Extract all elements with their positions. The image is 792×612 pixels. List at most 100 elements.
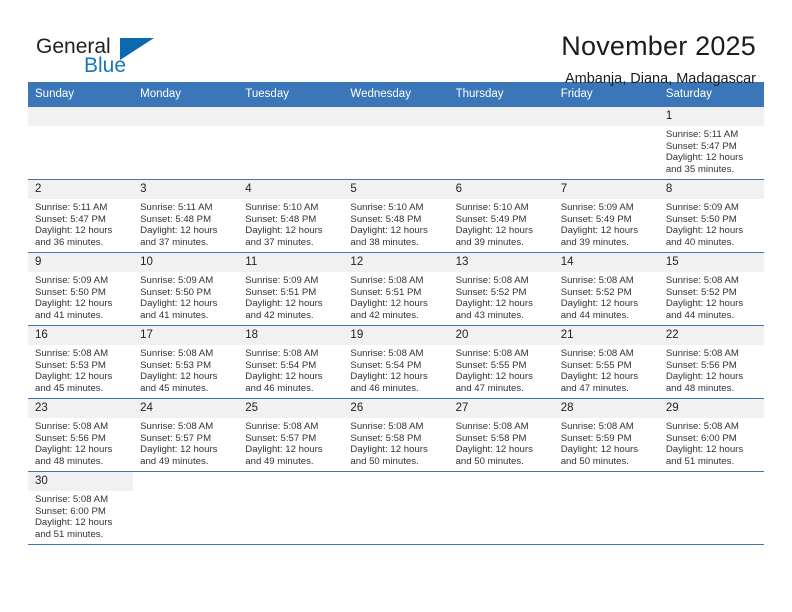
sunset-text: Sunset: 6:00 PM [665,432,737,444]
calendar-cell-day[interactable]: 9 Sunrise: 5:09 AM Sunset: 5:50 PM Daylight… [28,252,134,326]
sunset-text: Sunset: 5:48 PM [140,213,212,225]
calendar-cell-day[interactable]: 3 Sunrise: 5:11 AM Sunset: 5:48 PM Daylight… [133,179,239,253]
day-details: Sunrise: 5:11 AM Sunset: 5:47 PM Daylight:… [659,126,764,175]
calendar-cell-empty [133,471,239,545]
calendar-cell-day[interactable]: 16 Sunrise: 5:08 AM Sunset: 5:53 PM Dayligh… [28,325,134,399]
day-details: Sunrise: 5:08 AM Sunset: 5:55 PM Daylight:… [449,345,554,394]
day-cell-inner [133,472,238,544]
calendar-cell-day[interactable]: 30 Sunrise: 5:08 AM Sunset: 6:00 PM Dayligh… [28,471,134,545]
calendar-cell-day[interactable]: 12 Sunrise: 5:08 AM Sunset: 5:51 PM Dayligh… [343,252,449,326]
calendar-cell-day[interactable]: 20 Sunrise: 5:08 AM Sunset: 5:55 PM Dayligh… [448,325,554,399]
daylight-text: Daylight: 12 hours and 47 minutes. [560,371,639,394]
calendar-cell-empty [28,106,134,180]
day-details: Sunrise: 5:11 AM Sunset: 5:47 PM Daylight:… [28,199,133,248]
calendar-cell-day[interactable]: 11 Sunrise: 5:09 AM Sunset: 5:51 PM Dayligh… [238,252,344,326]
sunrise-text: Sunrise: 5:10 AM [245,202,319,213]
calendar-cell-day[interactable]: 10 Sunrise: 5:09 AM Sunset: 5:50 PM Dayligh… [133,252,239,326]
calendar-cell-day[interactable]: 22 Sunrise: 5:08 AM Sunset: 5:56 PM Dayligh… [658,325,764,399]
calendar-cell-day[interactable]: 29 Sunrise: 5:08 AM Sunset: 6:00 PM Dayligh… [658,398,764,472]
day-number: 24 [133,399,239,418]
calendar-cell-day[interactable]: 25 Sunrise: 5:08 AM Sunset: 5:57 PM Dayligh… [238,398,344,472]
day-details: Sunrise: 5:08 AM Sunset: 5:53 PM Daylight:… [28,345,133,394]
day-cell-inner [554,472,659,544]
sunset-text: Sunset: 5:47 PM [35,213,106,225]
calendar-cell-empty [448,106,554,180]
calendar-cell-day[interactable]: 5 Sunrise: 5:10 AM Sunset: 5:48 PM Daylight… [343,179,449,253]
daylight-text: Daylight: 12 hours and 50 minutes. [350,444,428,467]
calendar-cell-day[interactable]: 28 Sunrise: 5:08 AM Sunset: 5:59 PM Dayligh… [553,398,659,472]
day-cell-inner [133,107,239,179]
sunrise-text: Sunrise: 5:08 AM [245,421,319,432]
sunset-text: Sunset: 5:49 PM [560,213,632,225]
day-number: 7 [553,180,659,199]
calendar-cell-day[interactable]: 6 Sunrise: 5:10 AM Sunset: 5:49 PM Daylight… [448,179,554,253]
daylight-text: Daylight: 12 hours and 46 minutes. [245,371,323,394]
sunrise-text: Sunrise: 5:08 AM [455,348,529,359]
day-cell-inner: 27 Sunrise: 5:08 AM Sunset: 5:58 PM Dayligh… [448,399,554,471]
calendar-cell-day[interactable]: 15 Sunrise: 5:08 AM Sunset: 5:52 PM Dayligh… [658,252,764,326]
calendar-cell-day[interactable]: 13 Sunrise: 5:08 AM Sunset: 5:52 PM Dayligh… [448,252,554,326]
sunset-text: Sunset: 5:50 PM [140,286,212,298]
day-details: Sunrise: 5:09 AM Sunset: 5:50 PM Daylight:… [133,272,238,321]
sunrise-text: Sunrise: 5:09 AM [665,202,739,213]
sunrise-text: Sunrise: 5:08 AM [35,494,109,505]
sunset-text: Sunset: 5:54 PM [245,359,317,371]
day-number: 30 [28,472,134,491]
day-cell-inner [553,107,659,179]
calendar-cell-day[interactable]: 23 Sunrise: 5:08 AM Sunset: 5:56 PM Dayligh… [28,398,134,472]
calendar-cell-day[interactable]: 7 Sunrise: 5:09 AM Sunset: 5:49 PM Daylight… [553,179,659,253]
day-cell-inner: 24 Sunrise: 5:08 AM Sunset: 5:57 PM Dayligh… [133,399,239,471]
calendar-cell-day[interactable]: 18 Sunrise: 5:08 AM Sunset: 5:54 PM Dayligh… [238,325,344,399]
calendar-cell-empty [658,471,764,545]
day-number: 11 [238,253,344,272]
day-details: Sunrise: 5:08 AM Sunset: 5:57 PM Daylight:… [238,418,343,467]
calendar-cell-day[interactable]: 26 Sunrise: 5:08 AM Sunset: 5:58 PM Dayligh… [343,398,449,472]
daylight-text: Daylight: 12 hours and 51 minutes. [35,517,113,540]
day-cell-inner: 21 Sunrise: 5:08 AM Sunset: 5:55 PM Dayligh… [553,326,659,398]
day-details: Sunrise: 5:08 AM Sunset: 5:52 PM Daylight:… [554,272,659,321]
calendar-cell-empty [553,471,659,545]
calendar-cell-day[interactable]: 4 Sunrise: 5:10 AM Sunset: 5:48 PM Daylight… [238,179,344,253]
calendar-cell-day[interactable]: 8 Sunrise: 5:09 AM Sunset: 5:50 PM Daylight… [658,179,764,253]
calendar-cell-day[interactable]: 1 Sunrise: 5:11 AM Sunset: 5:47 PM Daylight… [658,106,764,180]
calendar-cell-day[interactable]: 24 Sunrise: 5:08 AM Sunset: 5:57 PM Dayligh… [133,398,239,472]
sunrise-text: Sunrise: 5:08 AM [140,421,214,432]
day-number-placeholder [448,107,554,126]
day-details: Sunrise: 5:08 AM Sunset: 5:54 PM Daylight:… [238,345,343,394]
calendar-cell-day[interactable]: 19 Sunrise: 5:08 AM Sunset: 5:54 PM Dayligh… [343,325,449,399]
day-cell-inner: 22 Sunrise: 5:08 AM Sunset: 5:56 PM Dayligh… [658,326,764,398]
calendar-cell-day[interactable]: 27 Sunrise: 5:08 AM Sunset: 5:58 PM Dayligh… [448,398,554,472]
title-block: November 2025 Ambanja, Diana, Madagascar [561,30,756,90]
day-details: Sunrise: 5:08 AM Sunset: 5:56 PM Daylight:… [28,418,133,467]
calendar-cell-day[interactable]: 17 Sunrise: 5:08 AM Sunset: 5:53 PM Dayligh… [133,325,239,399]
logo[interactable]: General Blue [36,30,186,78]
day-cell-inner: 4 Sunrise: 5:10 AM Sunset: 5:48 PM Daylight… [238,180,344,252]
calendar-cell-day[interactable]: 21 Sunrise: 5:08 AM Sunset: 5:55 PM Dayligh… [553,325,659,399]
day-number: 15 [658,253,764,272]
calendar-cell-day[interactable]: 2 Sunrise: 5:11 AM Sunset: 5:47 PM Daylight… [28,179,134,253]
day-number: 20 [448,326,554,345]
sunset-text: Sunset: 5:56 PM [665,359,737,371]
sunset-text: Sunset: 5:55 PM [560,359,632,371]
daylight-text: Daylight: 12 hours and 48 minutes. [665,371,744,394]
day-details: Sunrise: 5:08 AM Sunset: 5:56 PM Daylight:… [659,345,764,394]
calendar-cell-empty [343,471,449,545]
day-cell-inner [28,107,134,179]
calendar-week-row: 16 Sunrise: 5:08 AM Sunset: 5:53 PM Dayligh… [28,325,764,399]
day-cell-inner: 29 Sunrise: 5:08 AM Sunset: 6:00 PM Dayligh… [658,399,764,471]
calendar-cell-day[interactable]: 14 Sunrise: 5:08 AM Sunset: 5:52 PM Dayligh… [553,252,659,326]
sunrise-text: Sunrise: 5:08 AM [350,275,424,286]
day-number: 6 [448,180,554,199]
calendar-week-row: 2 Sunrise: 5:11 AM Sunset: 5:47 PM Daylight… [28,179,764,253]
daylight-text: Daylight: 12 hours and 38 minutes. [350,225,428,248]
day-cell-inner: 11 Sunrise: 5:09 AM Sunset: 5:51 PM Dayligh… [238,253,344,325]
daylight-text: Daylight: 12 hours and 44 minutes. [560,298,639,321]
calendar-week-row: 30 Sunrise: 5:08 AM Sunset: 6:00 PM Dayligh… [28,471,764,545]
daylight-text: Daylight: 12 hours and 47 minutes. [455,371,533,394]
day-details: Sunrise: 5:09 AM Sunset: 5:51 PM Daylight:… [238,272,343,321]
day-number: 18 [238,326,344,345]
day-number-placeholder [238,107,344,126]
logo-text-general: General [36,35,111,58]
daylight-text: Daylight: 12 hours and 45 minutes. [140,371,218,394]
sunrise-text: Sunrise: 5:08 AM [455,275,529,286]
